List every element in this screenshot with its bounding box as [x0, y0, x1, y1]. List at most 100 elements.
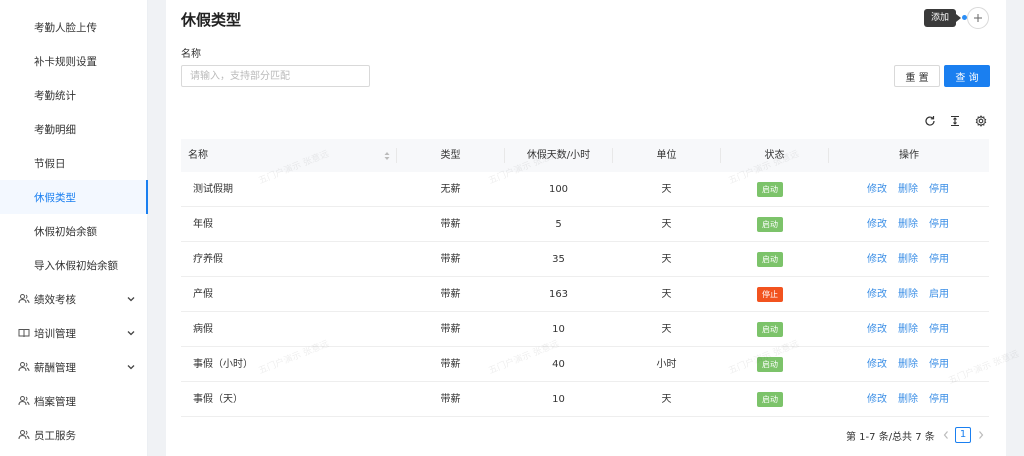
- sidebar-item-label: 休假初始余额: [34, 225, 97, 238]
- cell-name: 测试假期: [193, 184, 233, 195]
- plus-icon: [974, 14, 982, 22]
- toggle-status-link[interactable]: 停用: [929, 242, 949, 277]
- sort-icon[interactable]: [384, 151, 390, 161]
- add-button[interactable]: [967, 7, 989, 29]
- sidebar-group-training[interactable]: 培训管理: [0, 316, 148, 350]
- book-icon: [18, 329, 30, 338]
- cell-name: 疗养假: [193, 254, 223, 265]
- cell-days: 5: [555, 219, 562, 230]
- table-row: 病假 带薪 10 天 启动 修改 删除 停用: [181, 312, 989, 347]
- edit-link[interactable]: 修改: [867, 382, 887, 417]
- cell-name: 事假（天）: [193, 394, 243, 405]
- delete-link[interactable]: 删除: [898, 172, 918, 207]
- people-icon: [18, 396, 30, 406]
- cell-unit: 天: [661, 184, 672, 195]
- chevron-right-icon[interactable]: [976, 429, 986, 441]
- edit-link[interactable]: 修改: [867, 277, 887, 312]
- cell-name: 产假: [193, 289, 213, 300]
- cell-type: 无薪: [440, 184, 461, 195]
- cell-unit: 天: [661, 394, 672, 405]
- sidebar: 考勤人脸上传 补卡规则设置 考勤统计 考勤明细 节假日 休假类型 休假初始余额 …: [0, 0, 148, 456]
- chevron-down-icon: [127, 331, 135, 336]
- cell-unit: 天: [661, 219, 672, 230]
- sidebar-group-performance[interactable]: 绩效考核: [0, 282, 148, 316]
- edit-link[interactable]: 修改: [867, 347, 887, 382]
- edit-link[interactable]: 修改: [867, 242, 887, 277]
- sidebar-item-holidays[interactable]: 节假日: [0, 146, 148, 180]
- cell-type: 带薪: [440, 359, 461, 370]
- column-height-icon[interactable]: [949, 115, 961, 127]
- column-header-status: 状态: [764, 150, 785, 161]
- delete-link[interactable]: 删除: [898, 347, 918, 382]
- delete-link[interactable]: 删除: [898, 312, 918, 347]
- sidebar-item-attendance-stats[interactable]: 考勤统计: [0, 78, 148, 112]
- sidebar-item-label: 休假类型: [34, 191, 76, 204]
- sidebar-item-import-leave-balance[interactable]: 导入休假初始余额: [0, 248, 148, 282]
- add-tooltip: 添加: [924, 9, 962, 27]
- sidebar-item-attendance-detail[interactable]: 考勤明细: [0, 112, 148, 146]
- table-row: 测试假期 无薪 100 天 启动 修改 删除 停用: [181, 172, 989, 207]
- query-button[interactable]: 查 询: [944, 65, 990, 87]
- toggle-status-link[interactable]: 停用: [929, 312, 949, 347]
- cell-type: 带薪: [440, 254, 461, 265]
- status-badge: 停止: [757, 287, 783, 302]
- sidebar-group-payroll[interactable]: 薪酬管理: [0, 350, 148, 384]
- people-icon: [18, 430, 30, 440]
- edit-link[interactable]: 修改: [867, 172, 887, 207]
- cell-unit: 天: [661, 289, 672, 300]
- cell-type: 带薪: [440, 324, 461, 335]
- column-header-name: 名称: [188, 150, 208, 161]
- edit-link[interactable]: 修改: [867, 207, 887, 242]
- name-search-input[interactable]: [181, 65, 370, 87]
- toggle-status-link[interactable]: 停用: [929, 382, 949, 417]
- edit-link[interactable]: 修改: [867, 312, 887, 347]
- status-badge: 启动: [757, 392, 783, 407]
- sidebar-group-archives[interactable]: 档案管理: [0, 384, 148, 418]
- status-badge: 启动: [757, 217, 783, 232]
- sidebar-item-label: 考勤统计: [34, 89, 76, 102]
- sidebar-item-label: 培训管理: [34, 327, 76, 340]
- sidebar-item-label: 导入休假初始余额: [34, 259, 118, 272]
- main-content: 休假类型 添加 名称 重 置 查 询 名称 类型 休假天数/小时 单位 状态 操…: [166, 0, 1021, 456]
- pagination-page-button[interactable]: 1: [955, 427, 971, 443]
- toggle-status-link[interactable]: 停用: [929, 207, 949, 242]
- sidebar-item-leave-initial-balance[interactable]: 休假初始余额: [0, 214, 148, 248]
- status-badge: 启动: [757, 182, 783, 197]
- sidebar-item-clock-rules[interactable]: 补卡规则设置: [0, 44, 148, 78]
- delete-link[interactable]: 删除: [898, 242, 918, 277]
- sidebar-item-label: 员工服务: [34, 429, 76, 442]
- table-row: 年假 带薪 5 天 启动 修改 删除 停用: [181, 207, 989, 242]
- sidebar-item-label: 节假日: [34, 157, 66, 170]
- cell-days: 10: [552, 394, 565, 405]
- sidebar-group-employee-service[interactable]: 员工服务: [0, 418, 148, 452]
- reset-button[interactable]: 重 置: [894, 65, 940, 87]
- gear-icon[interactable]: [975, 115, 987, 127]
- cell-days: 35: [552, 254, 565, 265]
- chevron-left-icon[interactable]: [941, 429, 951, 441]
- cell-days: 40: [552, 359, 565, 370]
- chevron-down-icon: [127, 297, 135, 302]
- cell-days: 10: [552, 324, 565, 335]
- table-row: 事假（小时） 带薪 40 小时 启动 修改 删除 停用: [181, 347, 989, 382]
- delete-link[interactable]: 删除: [898, 207, 918, 242]
- table-row: 疗养假 带薪 35 天 启动 修改 删除 停用: [181, 242, 989, 277]
- name-field-label: 名称: [181, 49, 201, 60]
- cell-name: 事假（小时）: [193, 359, 253, 370]
- cell-unit: 小时: [656, 359, 677, 370]
- sidebar-item-leave-types[interactable]: 休假类型: [0, 180, 148, 214]
- toggle-status-link[interactable]: 停用: [929, 172, 949, 207]
- refresh-icon[interactable]: [924, 115, 936, 127]
- delete-link[interactable]: 删除: [898, 277, 918, 312]
- cell-type: 带薪: [440, 394, 461, 405]
- sidebar-item-label: 档案管理: [34, 395, 76, 408]
- toggle-status-link[interactable]: 停用: [929, 347, 949, 382]
- cell-days: 100: [548, 184, 569, 195]
- status-badge: 启动: [757, 252, 783, 267]
- toggle-status-link[interactable]: 启用: [929, 277, 949, 312]
- sidebar-item-face-upload[interactable]: 考勤人脸上传: [0, 10, 148, 44]
- status-badge: 启动: [757, 357, 783, 372]
- delete-link[interactable]: 删除: [898, 382, 918, 417]
- chevron-down-icon: [127, 365, 135, 370]
- table-row: 事假（天） 带薪 10 天 启动 修改 删除 停用: [181, 382, 989, 417]
- column-header-unit: 单位: [656, 150, 677, 161]
